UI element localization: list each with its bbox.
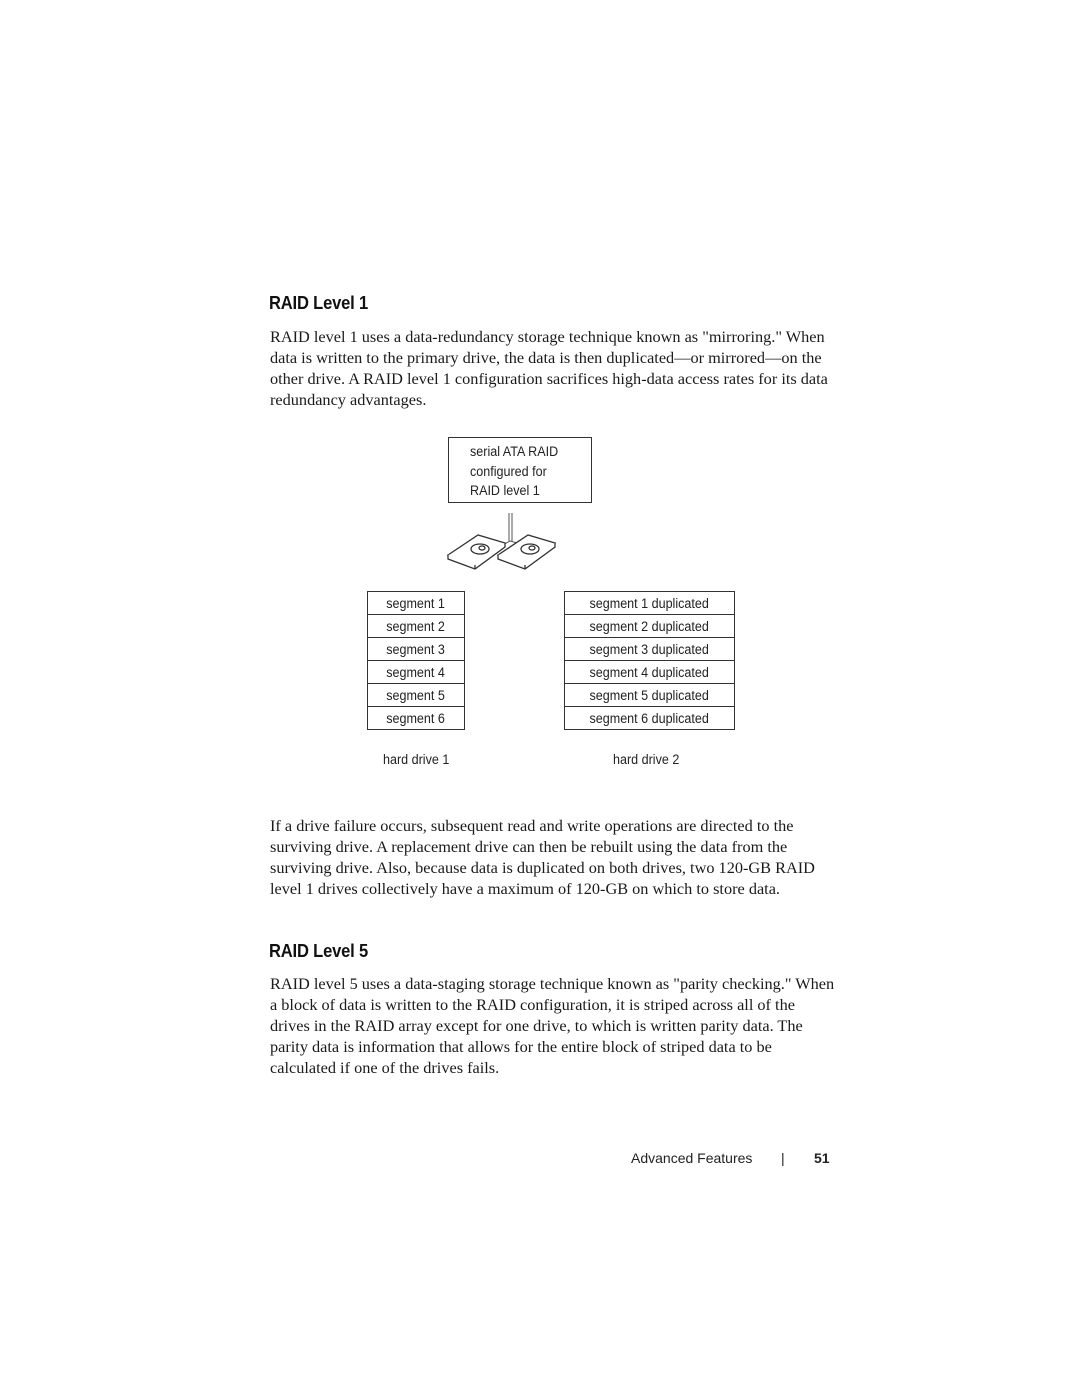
segment-row: segment 2 bbox=[367, 614, 465, 638]
segment-cell: segment 5 duplicated bbox=[589, 687, 710, 703]
footer-section-name: Advanced Features bbox=[631, 1150, 753, 1166]
segment-cell: segment 3 duplicated bbox=[589, 641, 710, 657]
hard-drive-1-icon bbox=[446, 534, 507, 570]
raid1-failure-paragraph: If a drive failure occurs, subsequent re… bbox=[270, 816, 815, 898]
segment-row: segment 3 duplicated bbox=[564, 637, 735, 661]
controller-line: serial ATA RAID bbox=[470, 444, 559, 459]
segment-cell: segment 1 bbox=[386, 595, 446, 611]
footer-separator: | bbox=[781, 1150, 785, 1166]
segment-row: segment 2 duplicated bbox=[564, 614, 735, 638]
segment-row: segment 6 duplicated bbox=[564, 706, 735, 730]
segment-cell: segment 5 bbox=[386, 687, 446, 703]
segment-cell: segment 6 bbox=[386, 710, 446, 726]
segment-cell: segment 1 duplicated bbox=[589, 595, 710, 611]
hard-drive-2-segments: segment 1 duplicated segment 2 duplicate… bbox=[564, 591, 735, 730]
segment-row: segment 6 bbox=[367, 706, 465, 730]
segment-row: segment 1 bbox=[367, 591, 465, 615]
section-heading-raid1: RAID Level 1 bbox=[269, 293, 369, 313]
segment-row: segment 1 duplicated bbox=[564, 591, 735, 615]
segment-row: segment 4 duplicated bbox=[564, 660, 735, 684]
segment-row: segment 5 duplicated bbox=[564, 683, 735, 707]
hard-drive-2-icon bbox=[496, 534, 557, 570]
raid1-intro-paragraph: RAID level 1 uses a data-redundancy stor… bbox=[270, 327, 828, 409]
page-number: 51 bbox=[814, 1150, 830, 1166]
segment-row: segment 4 bbox=[367, 660, 465, 684]
raid-controller-box: serial ATA RAID configured for RAID leve… bbox=[448, 437, 592, 503]
controller-line: RAID level 1 bbox=[470, 483, 540, 498]
segment-cell: segment 2 bbox=[386, 618, 446, 634]
segment-cell: segment 4 duplicated bbox=[589, 664, 710, 680]
segment-cell: segment 3 bbox=[386, 641, 446, 657]
drives-connector-illustration bbox=[446, 513, 557, 570]
segment-cell: segment 4 bbox=[386, 664, 446, 680]
controller-line: configured for bbox=[470, 463, 547, 479]
segment-row: segment 3 bbox=[367, 637, 465, 661]
segment-cell: segment 2 duplicated bbox=[589, 618, 710, 634]
segment-cell: segment 6 duplicated bbox=[589, 710, 710, 726]
section-heading-raid5: RAID Level 5 bbox=[269, 941, 369, 961]
hard-drive-1-segments: segment 1 segment 2 segment 3 segment 4 … bbox=[367, 591, 465, 730]
hard-drive-2-label: hard drive 2 bbox=[613, 752, 680, 767]
hard-drive-1-label: hard drive 1 bbox=[383, 752, 450, 767]
segment-row: segment 5 bbox=[367, 683, 465, 707]
raid5-intro-paragraph: RAID level 5 uses a data-staging storage… bbox=[270, 974, 835, 1077]
